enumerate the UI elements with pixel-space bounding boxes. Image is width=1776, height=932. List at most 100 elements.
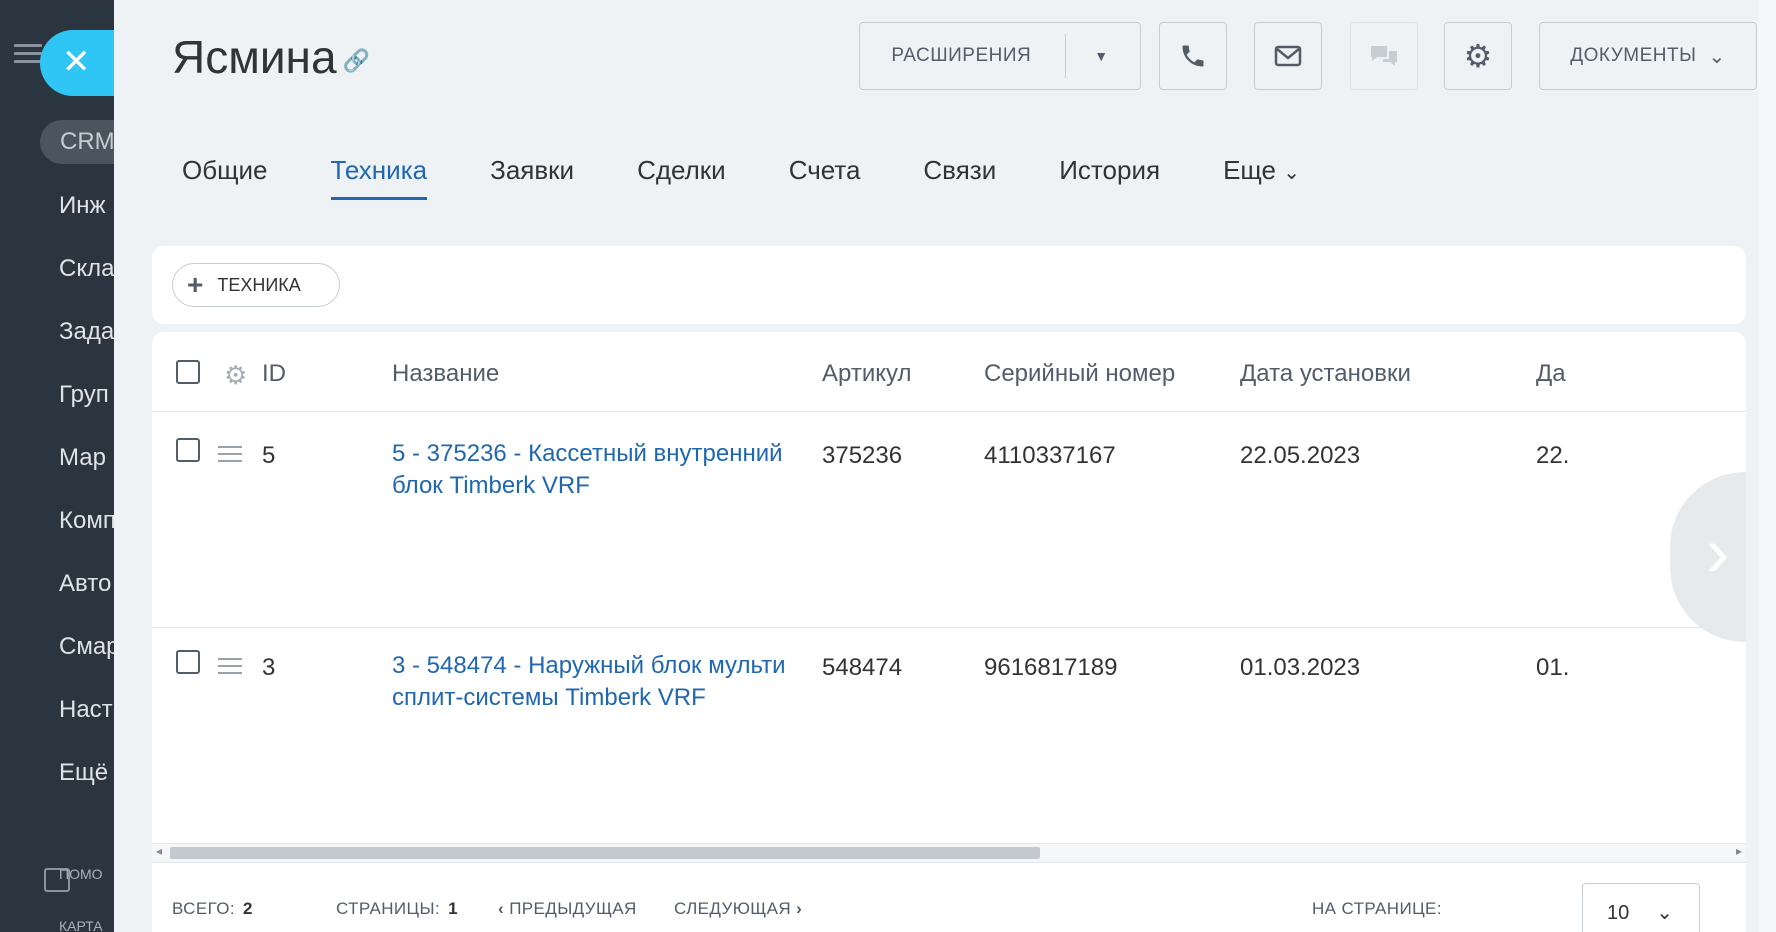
phone-icon	[1182, 45, 1204, 67]
cell-id: 3	[262, 654, 276, 681]
settings-button[interactable]: ⚙	[1444, 22, 1512, 90]
map-link[interactable]: КАРТА	[59, 918, 103, 932]
sidebar-item[interactable]: Комп	[59, 507, 114, 535]
select-all-checkbox[interactable]	[176, 360, 200, 384]
horizontal-scrollbar[interactable]: ◂ ▸	[152, 844, 1746, 862]
sidebar-item[interactable]: Наст	[59, 696, 113, 724]
drag-handle-icon[interactable]	[218, 446, 242, 464]
email-button[interactable]	[1254, 22, 1322, 90]
extensions-button[interactable]: РАСШИРЕНИЯ ▼	[859, 22, 1141, 90]
tab-more[interactable]: Еще ⌄	[1223, 155, 1300, 200]
sidebar-item[interactable]: Авто	[59, 570, 111, 598]
column-header-id[interactable]: ID	[262, 360, 286, 388]
chat-button[interactable]	[1350, 22, 1418, 90]
page-title: Ясмина 🔗	[172, 30, 370, 84]
extensions-label: РАСШИРЕНИЯ	[891, 45, 1032, 66]
scroll-right-arrow-icon[interactable]: ▸	[1736, 844, 1742, 858]
cell-id: 5	[262, 442, 276, 469]
prev-page-button[interactable]: ‹ ПРЕДЫДУЩАЯ	[498, 899, 637, 919]
column-header-serial[interactable]: Серийный номер	[984, 360, 1175, 388]
cell-name-link[interactable]: 5 - 375236 - Кассетный внутренний блок T…	[392, 438, 832, 502]
cell-date: 22.	[1536, 442, 1570, 469]
sidebar-item[interactable]: Инж	[59, 192, 106, 220]
documents-label: ДОКУМЕНТЫ	[1570, 45, 1697, 66]
plus-icon: +	[187, 269, 204, 300]
sidebar-item-crm[interactable]: CRM	[40, 120, 114, 164]
column-header-date[interactable]: Да	[1536, 360, 1566, 388]
grid-header: ⚙ ID Название Артикул Серийный номер Дат…	[152, 332, 1746, 412]
total-value: 2	[243, 899, 253, 918]
page-scrollbar[interactable]	[1758, 0, 1776, 932]
tab-invoices[interactable]: Счета	[789, 155, 861, 200]
caret-down-icon[interactable]: ▼	[1094, 48, 1108, 64]
table-row[interactable]: 3 3 - 548474 - Наружный блок мульти спли…	[152, 628, 1746, 844]
chevron-right-icon: ›	[796, 899, 803, 918]
entity-slider-panel: Ясмина 🔗 РАСШИРЕНИЯ ▼ ⚙ ДОКУМЕНТЫ ⌄ Общие…	[114, 0, 1776, 932]
next-label: СЛЕДУЮЩАЯ	[674, 899, 792, 918]
close-slider-button[interactable]: ✕	[40, 30, 124, 96]
help-link[interactable]: ПОМО	[59, 866, 103, 882]
next-page-button[interactable]: СЛЕДУЮЩАЯ ›	[674, 899, 802, 919]
cell-article: 375236	[822, 442, 903, 469]
cell-install-date: 22.05.2023	[1240, 442, 1361, 469]
row-checkbox[interactable]	[176, 650, 200, 674]
sidebar-item-label: CRM	[60, 128, 114, 155]
cell-article: 548474	[822, 654, 903, 681]
scrollbar-thumb[interactable]	[170, 847, 1040, 859]
tab-relations[interactable]: Связи	[923, 155, 996, 200]
pages-label: СТРАНИЦЫ:	[336, 899, 441, 918]
envelope-icon	[1274, 45, 1302, 67]
sidebar-item[interactable]: Скла	[59, 255, 114, 283]
sidebar-item[interactable]: Груп	[59, 381, 109, 409]
tab-more-label: Еще	[1223, 155, 1276, 185]
tab-general[interactable]: Общие	[182, 155, 268, 200]
table-row[interactable]: 5 5 - 375236 - Кассетный внутренний блок…	[152, 412, 1746, 628]
divider	[1065, 34, 1067, 78]
total-label: ВСЕГО:	[172, 899, 235, 918]
equipment-grid: ⚙ ID Название Артикул Серийный номер Дат…	[152, 332, 1746, 932]
cell-install-date: 01.03.2023	[1240, 654, 1361, 681]
tab-history[interactable]: История	[1059, 155, 1160, 200]
cell-serial: 4110337167	[984, 442, 1116, 469]
total-count: ВСЕГО: 2	[172, 899, 253, 919]
chevron-down-icon: ⌄	[1656, 902, 1673, 924]
toolbar-card: + ТЕХНИКА	[152, 246, 1746, 324]
tab-deals[interactable]: Сделки	[637, 155, 726, 200]
cell-date: 01.	[1536, 654, 1570, 681]
cell-name-link[interactable]: 3 - 548474 - Наружный блок мульти сплит-…	[392, 650, 832, 714]
chevron-left-icon: ‹	[498, 899, 505, 918]
pages-value: 1	[448, 899, 458, 918]
sidebar-item-more[interactable]: Ещё	[59, 759, 108, 787]
call-button[interactable]	[1159, 22, 1227, 90]
left-sidebar: CRM Инж Скла Зада Груп Мар Комп Авто Сма…	[0, 0, 114, 932]
documents-button[interactable]: ДОКУМЕНТЫ ⌄	[1539, 22, 1757, 90]
sidebar-item[interactable]: Зада	[59, 318, 114, 346]
column-header-article[interactable]: Артикул	[822, 360, 911, 388]
link-icon[interactable]: 🔗	[343, 48, 370, 74]
sidebar-item[interactable]: Смар	[59, 633, 114, 661]
sidebar-item[interactable]: Мар	[59, 444, 106, 472]
entity-name: Ясмина	[172, 31, 337, 83]
grid-footer: ВСЕГО: 2 СТРАНИЦЫ: 1 ‹ ПРЕДЫДУЩАЯ СЛЕДУЮЩА…	[152, 862, 1746, 932]
pages-count: СТРАНИЦЫ: 1	[336, 899, 458, 919]
add-equipment-button[interactable]: + ТЕХНИКА	[172, 263, 340, 307]
add-equipment-label: ТЕХНИКА	[217, 274, 301, 295]
drag-handle-icon[interactable]	[218, 658, 242, 676]
cell-serial: 9616817189	[984, 654, 1118, 681]
column-settings-gear-icon[interactable]: ⚙	[224, 360, 247, 391]
tab-requests[interactable]: Заявки	[490, 155, 574, 200]
close-icon: ✕	[62, 43, 91, 81]
per-page-label: НА СТРАНИЦЕ:	[1312, 899, 1442, 918]
column-header-install-date[interactable]: Дата установки	[1240, 360, 1411, 388]
tab-equipment[interactable]: Техника	[330, 155, 427, 200]
column-header-name[interactable]: Название	[392, 360, 499, 388]
chevron-down-icon: ⌄	[1283, 162, 1300, 184]
per-page-select[interactable]: 10 ⌄	[1582, 883, 1700, 932]
per-page-value: 10	[1607, 902, 1630, 924]
chat-icon	[1371, 46, 1397, 66]
gear-icon: ⚙	[1463, 38, 1493, 74]
row-checkbox[interactable]	[176, 438, 200, 462]
menu-burger-icon[interactable]	[14, 44, 42, 64]
scroll-left-arrow-icon[interactable]: ◂	[156, 844, 162, 858]
prev-label: ПРЕДЫДУЩАЯ	[509, 899, 637, 918]
